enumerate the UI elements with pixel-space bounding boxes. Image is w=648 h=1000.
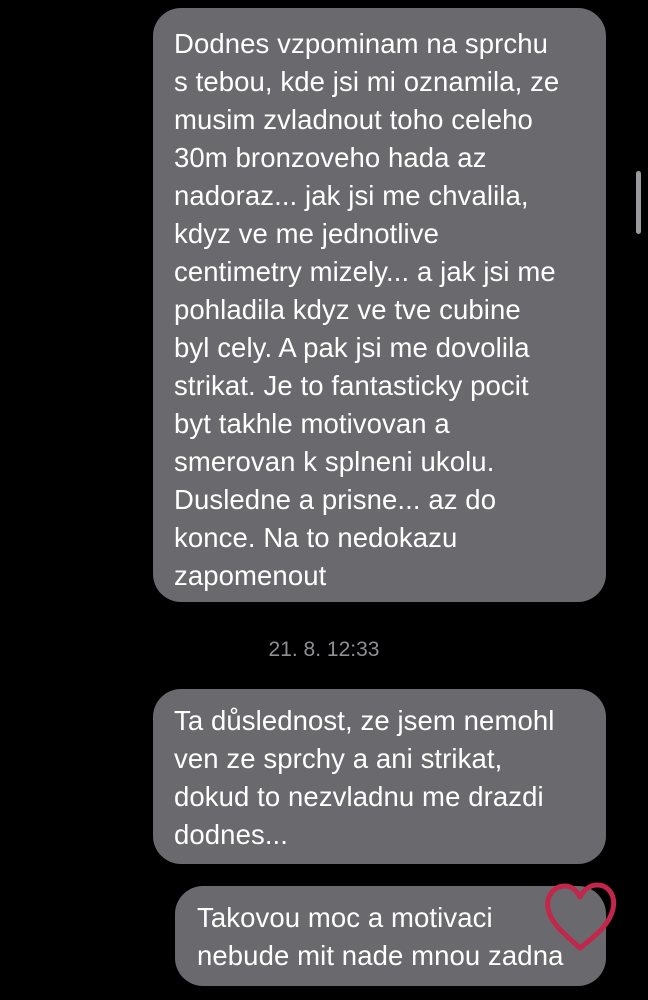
message-line: byl cely. A pak jsi me dovolila xyxy=(174,332,530,363)
message-line: ven ze sprchy a ani strikat, xyxy=(174,743,503,774)
message-line: Ta důslednost, ze jsem nemohl xyxy=(174,705,555,736)
message-line: kdyz ve me jednotlive xyxy=(174,218,440,249)
message-line: dodnes... xyxy=(174,819,289,850)
message-line: zapomenout xyxy=(174,560,327,591)
message-line: strikat. Je to fantasticky pocit xyxy=(174,370,529,401)
message-bubble[interactable]: Ta důslednost, ze jsem nemohl ven ze spr… xyxy=(153,689,606,864)
message-line: nadoraz... jak jsi me chvalila, xyxy=(174,180,529,211)
message-line: 30m bronzoveho hada az xyxy=(174,142,487,173)
message-line: musim zvladnout toho celeho xyxy=(174,104,533,135)
message-line: s tebou, kde jsi mi oznamila, ze xyxy=(174,66,560,97)
message-line: dokud to nezvladnu me drazdi xyxy=(174,781,544,812)
message-line: konce. Na to nedokazu xyxy=(174,522,458,553)
message-line: byt takhle motivovan a xyxy=(174,408,450,439)
message-line: Dusledne a prisne... az do xyxy=(174,484,497,515)
message-line: Takovou moc a motivaci xyxy=(197,902,493,933)
message-bubble[interactable]: Dodnes vzpominam na sprchu s tebou, kde … xyxy=(153,8,606,602)
scrollbar-thumb[interactable] xyxy=(636,171,641,234)
message-line: pohladila kdyz ve tve cubine xyxy=(174,294,521,325)
timestamp-text: 21. 8. 12:33 xyxy=(268,638,380,661)
message-line: centimetry mizely... a jak jsi me xyxy=(174,256,556,287)
message-line: nebude mit nade mnou zadna xyxy=(197,940,564,971)
heart-outline-icon[interactable] xyxy=(540,878,620,958)
message-timestamp: 21. 8. 12:33 xyxy=(0,636,648,664)
message-line: smerovan k splneni ukolu. xyxy=(174,446,495,477)
message-line: Dodnes vzpominam na sprchu xyxy=(174,28,549,59)
